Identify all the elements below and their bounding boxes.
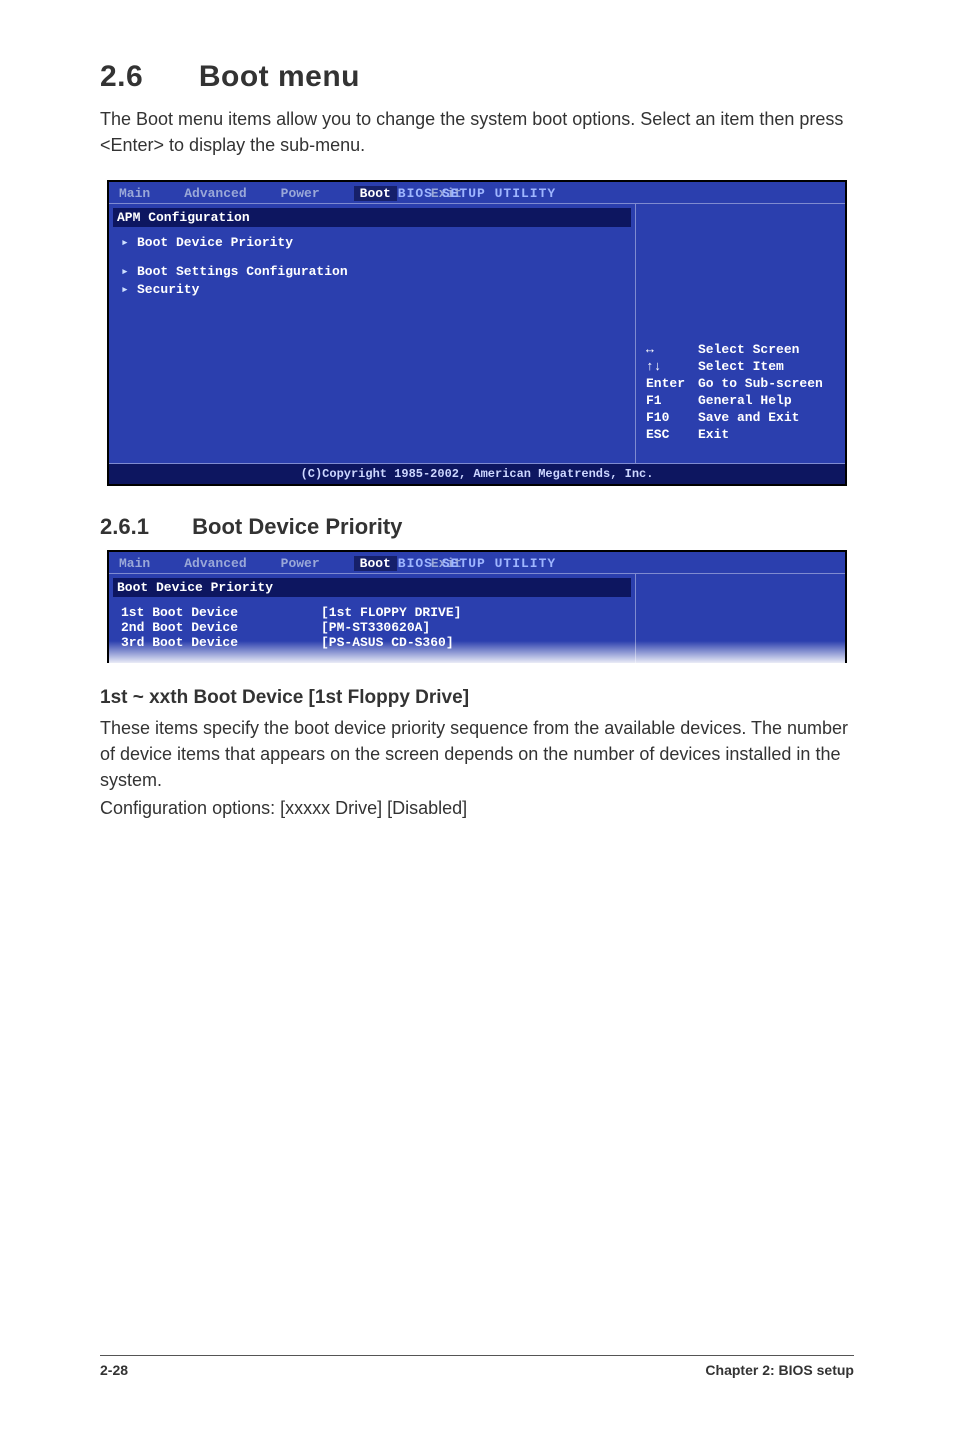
- bios-copyright: (C)Copyright 1985-2002, American Megatre…: [109, 463, 845, 484]
- arrow-up-down-icon: ↑↓: [646, 359, 690, 374]
- bios-item-label: Boot Device Priority: [137, 235, 293, 250]
- help-text: Save and Exit: [698, 410, 799, 425]
- bios-tab-power[interactable]: Power: [281, 186, 320, 201]
- bios-tab-main[interactable]: Main: [119, 186, 150, 201]
- bios-field-value: [PM-ST330620A]: [321, 620, 430, 635]
- help-key: F1: [646, 393, 690, 408]
- submenu-arrow-icon: ▸: [121, 282, 137, 297]
- bios-boot-device-1[interactable]: 1st Boot Device [1st FLOPPY DRIVE]: [121, 605, 623, 620]
- bios-item-boot-device-priority[interactable]: ▸ Boot Device Priority: [121, 235, 623, 250]
- chapter-label: Chapter 2: BIOS setup: [705, 1362, 854, 1378]
- bios-left-pane: Boot Device Priority 1st Boot Device [1s…: [109, 573, 635, 663]
- bios-tab-exit[interactable]: Exit: [431, 556, 462, 571]
- subsection-heading: 2.6.1 Boot Device Priority: [100, 514, 854, 540]
- submenu-arrow-icon: ▸: [121, 264, 137, 279]
- option-description: These items specify the boot device prio…: [100, 715, 854, 793]
- bios-screenshot-boot-priority: BIOS SETUP UTILITY Main Advanced Power B…: [107, 550, 847, 663]
- bios-tab-exit[interactable]: Exit: [431, 186, 462, 201]
- bios-tab-advanced[interactable]: Advanced: [184, 186, 246, 201]
- bios-boot-device-3[interactable]: 3rd Boot Device [PS-ASUS CD-S360]: [121, 635, 623, 650]
- help-text: Exit: [698, 427, 729, 442]
- subsection-number: 2.6.1: [100, 514, 186, 540]
- page-number: 2-28: [100, 1362, 128, 1378]
- bios-menu-bar: BIOS SETUP UTILITY Main Advanced Power B…: [109, 182, 845, 203]
- help-text: General Help: [698, 393, 792, 408]
- bios-item-label: Boot Settings Configuration: [137, 264, 348, 279]
- subsection-title-text: Boot Device Priority: [192, 514, 402, 539]
- bios-boot-device-2[interactable]: 2nd Boot Device [PM-ST330620A]: [121, 620, 623, 635]
- option-config: Configuration options: [xxxxx Drive] [Di…: [100, 795, 854, 821]
- bios-field-label: 2nd Boot Device: [121, 620, 321, 635]
- bios-panel-header: Boot Device Priority: [113, 578, 631, 597]
- bios-help-pane: ↔ Select Screen ↑↓ Select Item Enter Go to …: [635, 203, 845, 463]
- help-key: F10: [646, 410, 690, 425]
- bios-field-label: 3rd Boot Device: [121, 635, 321, 650]
- help-text: Select Item: [698, 359, 784, 374]
- bios-tab-boot[interactable]: Boot: [354, 556, 397, 571]
- help-text: Go to Sub-screen: [698, 376, 823, 391]
- help-text: Select Screen: [698, 342, 799, 357]
- bios-tab-main[interactable]: Main: [119, 556, 150, 571]
- bios-field-label: 1st Boot Device: [121, 605, 321, 620]
- submenu-arrow-icon: ▸: [121, 235, 137, 250]
- bios-panel-header: APM Configuration: [113, 208, 631, 227]
- section-number: 2.6: [100, 60, 190, 94]
- section-title-text: Boot menu: [199, 60, 360, 93]
- bios-field-value: [PS-ASUS CD-S360]: [321, 635, 454, 650]
- option-heading: 1st ~ xxth Boot Device [1st Floppy Drive…: [100, 687, 854, 709]
- bios-menu-bar: BIOS SETUP UTILITY Main Advanced Power B…: [109, 552, 845, 573]
- section-intro: The Boot menu items allow you to change …: [100, 106, 854, 158]
- bios-field-value: [1st FLOPPY DRIVE]: [321, 605, 461, 620]
- section-heading: 2.6 Boot menu: [100, 60, 854, 94]
- bios-item-label: Security: [137, 282, 199, 297]
- bios-item-boot-settings-configuration[interactable]: ▸ Boot Settings Configuration: [121, 264, 623, 279]
- bios-tab-advanced[interactable]: Advanced: [184, 556, 246, 571]
- help-key: Enter: [646, 376, 690, 391]
- help-key: ESC: [646, 427, 690, 442]
- bios-item-security[interactable]: ▸ Security: [121, 282, 623, 297]
- bios-screenshot-boot-menu: BIOS SETUP UTILITY Main Advanced Power B…: [107, 180, 847, 486]
- arrow-left-right-icon: ↔: [646, 342, 690, 357]
- bios-help-pane: [635, 573, 845, 663]
- bios-left-pane: APM Configuration ▸ Boot Device Priority…: [109, 203, 635, 463]
- bios-tab-power[interactable]: Power: [281, 556, 320, 571]
- bios-tab-boot[interactable]: Boot: [354, 186, 397, 201]
